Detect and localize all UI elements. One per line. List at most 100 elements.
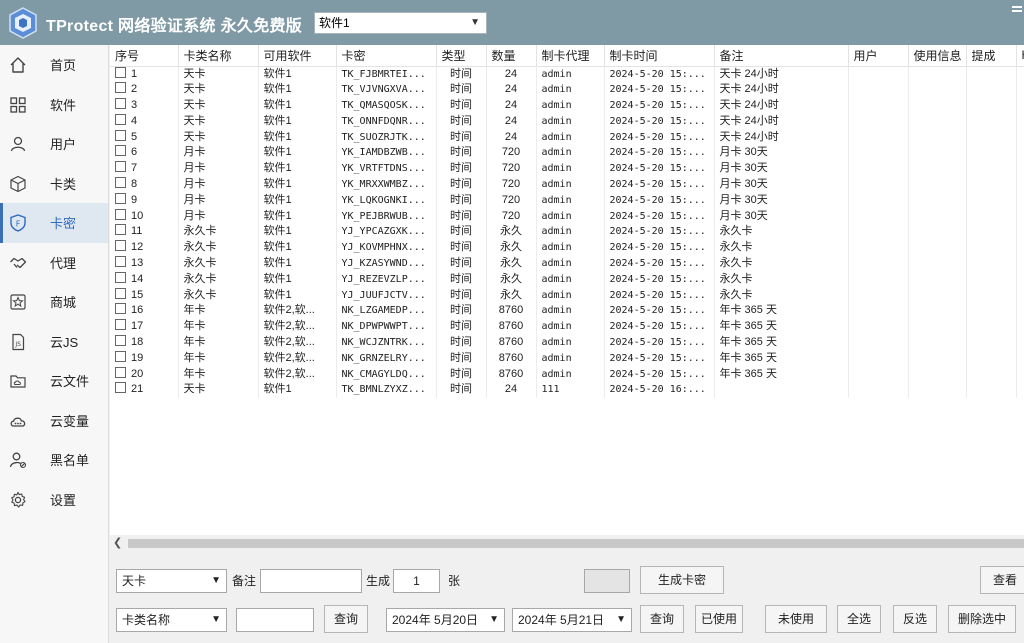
column-header[interactable]: Ю	[1016, 45, 1024, 67]
date-to-picker[interactable]: 2024年 5月21日 ▼	[512, 608, 632, 632]
sidebar-item-4[interactable]: F 卡密	[0, 203, 108, 243]
unused-button[interactable]: 未使用	[765, 605, 827, 633]
table-row[interactable]: 18 年卡 软件2,软... NK_WCJZNTRK... 时间 8760 admin 202…	[110, 335, 1024, 351]
table-row[interactable]: 14 永久卡 软件1 YJ_REZEVZLP... 时间 永久 admin 2024-5-20…	[110, 271, 1024, 288]
row-checkbox[interactable]	[115, 350, 126, 362]
column-header[interactable]: 序号	[110, 45, 179, 67]
table-row[interactable]: 15 永久卡 软件1 YJ_JUUFJCTV... 时间 永久 admin 2024-5-20…	[110, 287, 1024, 304]
table-row[interactable]: 17 年卡 软件2,软... NK_DPWPWWPT... 时间 8760 admin 202…	[110, 319, 1024, 336]
sidebar-item-5[interactable]: 代理	[0, 243, 108, 283]
sidebar-item-7[interactable]: JS 云JS	[0, 322, 108, 362]
column-header[interactable]: 备注	[714, 45, 849, 67]
generate-count-input[interactable]: 1	[393, 569, 440, 593]
sidebar-item-3[interactable]: 卡类	[0, 164, 108, 204]
card-type-select[interactable]: 天卡 ▼	[116, 569, 227, 593]
row-checkbox[interactable]	[115, 271, 126, 283]
search-field-select[interactable]: 卡类名称 ▼	[116, 608, 227, 632]
table-cell: 时间	[436, 240, 487, 257]
column-header[interactable]: 可用软件	[258, 45, 337, 67]
table-row[interactable]: 3 天卡 软件1 TK_QMASQOSK... 时间 24 admin 2024-5-20 1…	[110, 98, 1024, 114]
horizontal-scrollbar[interactable]: ❮	[110, 535, 1024, 552]
row-checkbox[interactable]	[115, 303, 126, 315]
row-checkbox[interactable]	[115, 113, 126, 125]
row-checkbox[interactable]	[115, 319, 126, 331]
remark-input[interactable]	[260, 569, 362, 593]
table-cell: 永久卡	[178, 256, 259, 272]
row-checkbox[interactable]	[115, 82, 126, 94]
generate-keys-button[interactable]: 生成卡密	[640, 566, 724, 594]
column-header[interactable]: 卡密	[336, 45, 437, 67]
query-date-button[interactable]: 查询	[640, 605, 684, 633]
table-cell: admin	[536, 82, 605, 99]
delete-selected-button[interactable]: 删除选中	[948, 605, 1016, 633]
sidebar-item-11[interactable]: 设置	[0, 480, 108, 520]
select-all-button[interactable]: 全选	[837, 605, 881, 633]
table-row[interactable]: 4 天卡 软件1 TK_ONNFDQNR... 时间 24 admin 2024-5-20 1…	[110, 113, 1024, 130]
scroll-left-icon[interactable]: ❮	[113, 536, 122, 549]
row-checkbox[interactable]	[115, 192, 126, 204]
table-row[interactable]: 12 永久卡 软件1 YJ_KOVMPHNX... 时间 永久 admin 2024-5-20…	[110, 240, 1024, 257]
sidebar-item-9[interactable]: 云变量	[0, 401, 108, 441]
row-checkbox[interactable]	[115, 177, 126, 189]
row-index: 11	[131, 225, 143, 238]
sidebar-item-8[interactable]: 云文件	[0, 361, 108, 401]
column-header[interactable]: 卡类名称	[178, 45, 259, 67]
table-row[interactable]: 9 月卡 软件1 YK_LQKOGNKI... 时间 720 admin 2024-5-20 …	[110, 192, 1024, 209]
table-cell	[966, 161, 1017, 178]
table-cell: 2024-5-20 15:...	[604, 335, 715, 351]
table-row[interactable]: 5 天卡 软件1 TK_SUOZRJTK... 时间 24 admin 2024-5-20 1…	[110, 129, 1024, 146]
row-checkbox[interactable]	[115, 240, 126, 252]
view-button[interactable]: 查看	[980, 566, 1024, 594]
used-button[interactable]: 已使用	[695, 605, 743, 633]
table-cell	[908, 271, 967, 288]
row-checkbox[interactable]	[115, 256, 126, 268]
software-select[interactable]: 软件1 ▼	[314, 12, 487, 34]
column-header[interactable]: 类型	[436, 45, 487, 67]
row-checkbox[interactable]	[115, 129, 126, 141]
table-cell	[848, 177, 909, 193]
row-checkbox[interactable]	[115, 208, 126, 220]
column-header[interactable]: 提成	[966, 45, 1017, 67]
search-input[interactable]	[236, 608, 314, 632]
scrollbar-thumb[interactable]	[128, 539, 1024, 548]
table-row[interactable]: 11 永久卡 软件1 YJ_YPCAZGXK... 时间 永久 admin 2024-5-20…	[110, 224, 1024, 241]
row-checkbox[interactable]	[115, 382, 126, 394]
table-row[interactable]: 10 月卡 软件1 YK_PEJBRWUB... 时间 720 admin 2024-5-20…	[110, 208, 1024, 225]
table-cell	[908, 82, 967, 99]
row-checkbox[interactable]	[115, 98, 126, 110]
column-header[interactable]: 使用信息	[908, 45, 967, 67]
sidebar-item-6[interactable]: 商城	[0, 282, 108, 322]
row-checkbox[interactable]	[115, 335, 126, 347]
table-row[interactable]: 16 年卡 软件2,软... NK_LZGAMEDP... 时间 8760 admin 202…	[110, 303, 1024, 320]
column-header[interactable]: 制卡代理	[536, 45, 605, 67]
table-row[interactable]: 6 月卡 软件1 YK_IAMDBZWB... 时间 720 admin 2024-5-20 …	[110, 145, 1024, 162]
menu-icon[interactable]	[1012, 6, 1022, 16]
sidebar-item-1[interactable]: 软件	[0, 85, 108, 125]
row-checkbox[interactable]	[115, 66, 126, 78]
row-checkbox[interactable]	[115, 145, 126, 157]
app-logo-icon	[9, 7, 37, 39]
sidebar-item-10[interactable]: 黑名单	[0, 440, 108, 480]
table-row[interactable]: 19 年卡 软件2,软... NK_GRNZELRY... 时间 8760 admin 202…	[110, 350, 1024, 367]
sidebar-item-2[interactable]: 用户	[0, 124, 108, 164]
column-header[interactable]: 用户	[848, 45, 909, 67]
table-cell: 2024-5-20 16:...	[604, 382, 715, 399]
table-row[interactable]: 7 月卡 软件1 YK_VRTFTDNS... 时间 720 admin 2024-5-20 …	[110, 161, 1024, 178]
table-cell: 18	[110, 335, 179, 351]
query-button[interactable]: 查询	[324, 605, 368, 633]
table-row[interactable]: 20 年卡 软件2,软... NK_CMAGYLDQ... 时间 8760 admin 202…	[110, 366, 1024, 383]
table-row[interactable]: 8 月卡 软件1 YK_MRXXWMBZ... 时间 720 admin 2024-5-20 …	[110, 177, 1024, 193]
sidebar-item-0[interactable]: 首页	[0, 45, 108, 85]
table-row[interactable]: 2 天卡 软件1 TK_VJVNGXVA... 时间 24 admin 2024-5-20 1…	[110, 82, 1024, 99]
column-header[interactable]: 制卡时间	[604, 45, 715, 67]
table-row[interactable]: 13 永久卡 软件1 YJ_KZASYWND... 时间 永久 admin 2024-5-20…	[110, 256, 1024, 272]
row-checkbox[interactable]	[115, 161, 126, 173]
table-row[interactable]: 21 天卡 软件1 TK_BMNLZYXZ... 时间 24 111 2024-5-20 16…	[110, 382, 1024, 399]
date-from-picker[interactable]: 2024年 5月20日 ▼	[386, 608, 505, 632]
table-row[interactable]: 1 天卡 软件1 TK_FJBMRTEI... 时间 24 admin 2024-5-20 1…	[110, 66, 1024, 83]
row-checkbox[interactable]	[115, 366, 126, 378]
column-header[interactable]: 数量	[486, 45, 537, 67]
row-checkbox[interactable]	[115, 224, 126, 236]
invert-selection-button[interactable]: 反选	[893, 605, 937, 633]
row-checkbox[interactable]	[115, 287, 126, 299]
